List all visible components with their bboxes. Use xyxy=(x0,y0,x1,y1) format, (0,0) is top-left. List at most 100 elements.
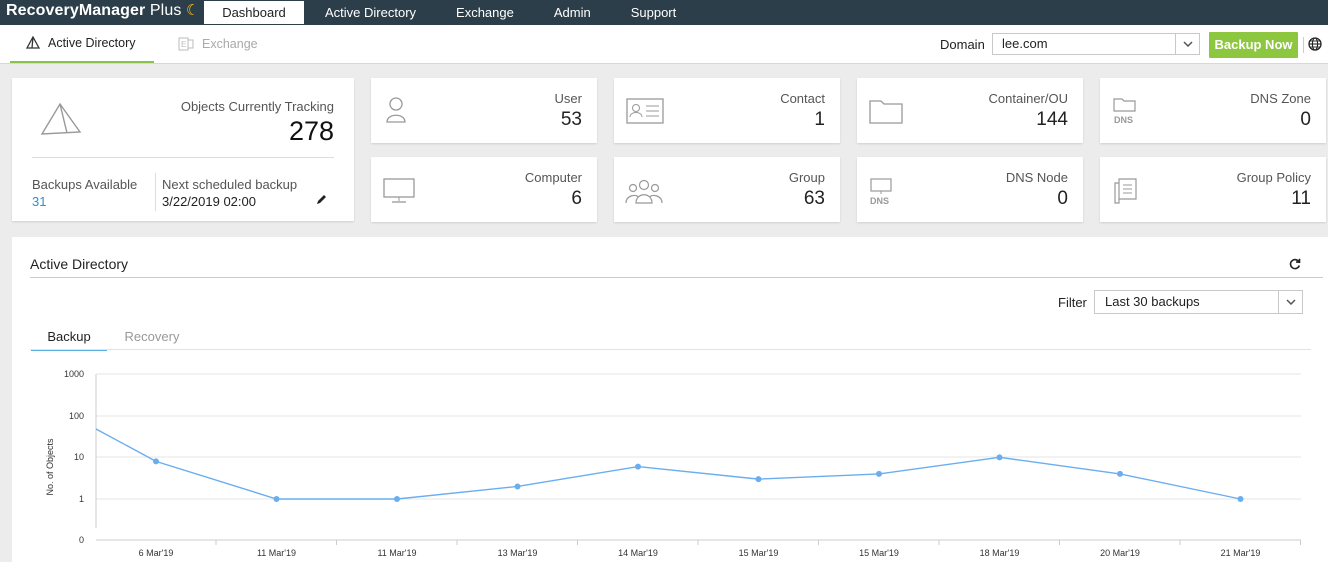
data-point xyxy=(755,476,762,483)
stat-label: Container/OU xyxy=(988,91,1068,106)
y-tick-label: 0 xyxy=(79,535,84,545)
stat-label: Group xyxy=(788,170,825,185)
nav-tab-dashboard[interactable]: Dashboard xyxy=(204,1,304,24)
x-tick-label: 15 Mar'19 xyxy=(859,548,899,558)
panel-title: Active Directory xyxy=(30,256,129,272)
backups-available-link[interactable]: 31 xyxy=(32,194,46,209)
data-point xyxy=(514,483,521,490)
stat-label: DNS Zone xyxy=(1250,91,1311,106)
series-line xyxy=(95,428,1241,500)
stat-label: Computer xyxy=(524,170,582,185)
backup-line-chart: 10001001010No. of Objects6 Mar'19 11 Mar'… xyxy=(45,369,1301,558)
active-directory-icon xyxy=(26,36,40,49)
contact-card-icon xyxy=(626,98,664,124)
tab-backup[interactable]: Backup xyxy=(31,329,107,351)
group-policy-icon xyxy=(1114,178,1137,204)
stat-value: 1 xyxy=(814,109,825,130)
nav-tab-active-directory[interactable]: Active Directory xyxy=(305,0,436,25)
stat-card-container-ou[interactable]: Container/OU 144 xyxy=(857,78,1083,143)
stat-card-dns-zone[interactable]: DNS DNS Zone 0 xyxy=(1100,78,1326,143)
group-icon xyxy=(625,179,663,204)
filter-select[interactable]: Last 30 backups xyxy=(1094,290,1303,314)
x-tick-label: 11 Mar'19 xyxy=(377,548,416,558)
stat-value: 63 xyxy=(803,188,825,209)
x-tick-label: 18 Mar'19 xyxy=(980,548,1020,558)
domain-value: lee.com xyxy=(1002,36,1048,51)
stat-value: 11 xyxy=(1291,188,1311,209)
stat-card-group[interactable]: Group 63 xyxy=(614,157,840,222)
app-logo: RecoveryManager Plus ☾ xyxy=(6,2,200,19)
stat-card-contact[interactable]: Contact 1 xyxy=(614,78,840,143)
x-tick-label: 20 Mar'19 xyxy=(1100,548,1140,558)
nav-tab-admin[interactable]: Admin xyxy=(534,0,611,25)
domain-label: Domain xyxy=(940,37,985,52)
data-point xyxy=(273,496,280,502)
domain-select[interactable]: lee.com xyxy=(992,33,1200,55)
x-tick-label: 13 Mar'19 xyxy=(498,548,538,558)
data-point xyxy=(876,470,882,477)
nav-tab-support[interactable]: Support xyxy=(611,0,697,25)
computer-icon xyxy=(383,178,415,203)
subtab-label: Exchange xyxy=(202,37,258,51)
sub-bar: Active Directory E Exchange Domain lee.c… xyxy=(0,25,1328,64)
x-tick-label: 11 Mar'19 xyxy=(257,548,296,558)
backup-now-button[interactable]: Backup Now xyxy=(1209,32,1298,58)
pencil-icon[interactable] xyxy=(316,194,327,205)
stat-value: 6 xyxy=(571,188,582,209)
chevron-down-icon[interactable] xyxy=(1278,291,1302,313)
filter-label: Filter xyxy=(1058,295,1087,310)
y-tick-label: 100 xyxy=(69,411,84,421)
subtab-exchange[interactable]: E Exchange xyxy=(178,25,258,63)
x-tick-label: 14 Mar'19 xyxy=(618,548,658,558)
globe-icon[interactable] xyxy=(1308,37,1322,51)
subtab-active-directory[interactable]: Active Directory xyxy=(10,25,154,63)
next-backup-value: 3/22/2019 02:00 xyxy=(162,194,256,209)
dns-zone-icon: DNS xyxy=(1113,98,1136,125)
tracking-label: Objects Currently Tracking xyxy=(180,99,334,114)
y-axis-label: No. of Objects xyxy=(45,438,55,496)
y-tick-label: 1 xyxy=(79,494,84,504)
stat-label: DNS Node xyxy=(1005,170,1068,185)
svg-text:E: E xyxy=(181,40,186,49)
stat-value: 0 xyxy=(1057,188,1068,209)
svg-text:DNS: DNS xyxy=(870,196,889,206)
exchange-icon: E xyxy=(178,37,194,51)
data-point xyxy=(1117,470,1123,477)
stat-card-user[interactable]: User 53 xyxy=(371,78,597,143)
filter-value: Last 30 backups xyxy=(1105,294,1200,309)
y-tick-label: 10 xyxy=(74,452,84,462)
chevron-down-icon[interactable] xyxy=(1175,34,1199,54)
stat-card-computer[interactable]: Computer 6 xyxy=(371,157,597,222)
stat-label: Group Policy xyxy=(1236,170,1311,185)
stat-label: Contact xyxy=(780,91,825,106)
folder-icon xyxy=(869,100,903,124)
x-tick-label: 15 Mar'19 xyxy=(739,548,779,558)
backups-available-label: Backups Available xyxy=(32,177,138,192)
nav-tab-exchange[interactable]: Exchange xyxy=(436,0,534,25)
stat-card-group-policy[interactable]: Group Policy 11 xyxy=(1100,157,1326,222)
divider xyxy=(30,349,1311,350)
divider xyxy=(32,157,334,158)
refresh-icon[interactable] xyxy=(1289,258,1301,270)
divider xyxy=(155,173,156,211)
top-nav: Dashboard Active Directory Exchange Admi… xyxy=(204,0,696,25)
stat-card-dns-node[interactable]: DNS DNS Node 0 xyxy=(857,157,1083,222)
summary-card: Objects Currently Tracking 278 Backups A… xyxy=(12,78,354,221)
data-point xyxy=(153,458,159,465)
next-backup-label: Next scheduled backup xyxy=(162,177,298,192)
divider xyxy=(30,277,1323,278)
stat-value: 144 xyxy=(1036,109,1068,130)
tab-recovery[interactable]: Recovery xyxy=(122,329,182,351)
stat-label: User xyxy=(554,91,582,106)
active-directory-pyramid-icon xyxy=(40,102,82,135)
stat-value: 0 xyxy=(1300,109,1311,130)
divider xyxy=(1303,37,1304,53)
x-tick-label: 6 Mar'19 xyxy=(139,548,174,558)
top-bar: RecoveryManager Plus ☾ Dashboard Active … xyxy=(0,0,1328,25)
data-point xyxy=(996,454,1003,461)
chart-panel: Active Directory Filter Last 30 backups … xyxy=(12,237,1328,562)
stat-value: 53 xyxy=(560,109,582,130)
data-point xyxy=(394,496,400,502)
data-point xyxy=(1237,496,1244,502)
tracking-value: 278 xyxy=(288,116,334,146)
